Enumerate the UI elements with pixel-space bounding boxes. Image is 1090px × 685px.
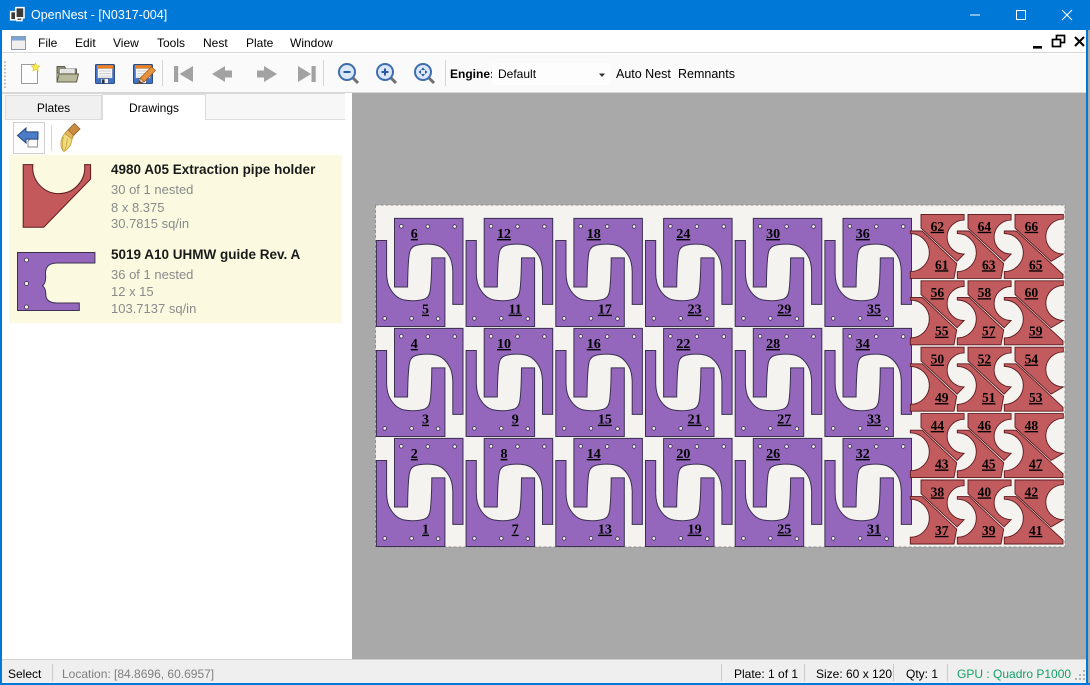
svg-text:8: 8 xyxy=(501,447,508,462)
svg-text:19: 19 xyxy=(688,523,702,538)
svg-text:30: 30 xyxy=(766,227,780,242)
svg-text:38: 38 xyxy=(931,484,945,499)
svg-text:18: 18 xyxy=(587,227,601,242)
svg-text:14: 14 xyxy=(587,447,601,462)
svg-text:63: 63 xyxy=(982,257,996,272)
svg-text:34: 34 xyxy=(856,337,870,352)
svg-text:53: 53 xyxy=(1029,390,1043,405)
svg-text:64: 64 xyxy=(978,219,992,234)
svg-text:50: 50 xyxy=(931,352,945,367)
svg-text:49: 49 xyxy=(935,390,949,405)
svg-text:65: 65 xyxy=(1029,257,1043,272)
svg-text:62: 62 xyxy=(931,219,945,234)
svg-text:28: 28 xyxy=(766,337,780,352)
svg-text:22: 22 xyxy=(676,337,690,352)
svg-text:55: 55 xyxy=(935,324,949,339)
svg-text:42: 42 xyxy=(1025,484,1039,499)
svg-text:17: 17 xyxy=(598,303,612,318)
svg-text:20: 20 xyxy=(676,447,690,462)
svg-text:59: 59 xyxy=(1029,324,1043,339)
svg-text:21: 21 xyxy=(688,413,702,428)
svg-text:5: 5 xyxy=(422,303,429,318)
svg-text:15: 15 xyxy=(598,413,612,428)
svg-text:43: 43 xyxy=(935,457,949,472)
svg-text:13: 13 xyxy=(598,523,612,538)
svg-text:3: 3 xyxy=(422,413,429,428)
svg-text:23: 23 xyxy=(688,303,702,318)
svg-text:25: 25 xyxy=(777,523,791,538)
svg-text:47: 47 xyxy=(1029,457,1043,472)
svg-text:16: 16 xyxy=(587,337,601,352)
svg-text:31: 31 xyxy=(867,523,881,538)
svg-text:2: 2 xyxy=(411,447,418,462)
svg-text:41: 41 xyxy=(1029,523,1043,538)
svg-text:29: 29 xyxy=(777,303,791,318)
svg-text:56: 56 xyxy=(931,285,945,300)
svg-text:52: 52 xyxy=(978,352,992,367)
svg-text:1: 1 xyxy=(422,523,429,538)
svg-text:6: 6 xyxy=(411,227,418,242)
svg-text:46: 46 xyxy=(978,418,992,433)
svg-text:26: 26 xyxy=(766,447,780,462)
svg-text:39: 39 xyxy=(982,523,996,538)
svg-text:48: 48 xyxy=(1025,418,1039,433)
svg-text:61: 61 xyxy=(935,257,949,272)
svg-text:35: 35 xyxy=(867,303,881,318)
svg-text:10: 10 xyxy=(497,337,511,352)
svg-text:51: 51 xyxy=(982,390,996,405)
svg-text:40: 40 xyxy=(978,484,992,499)
svg-text:57: 57 xyxy=(982,324,996,339)
svg-text:32: 32 xyxy=(856,447,870,462)
svg-text:66: 66 xyxy=(1025,219,1039,234)
svg-text:12: 12 xyxy=(497,227,511,242)
svg-text:37: 37 xyxy=(935,523,949,538)
svg-text:36: 36 xyxy=(856,227,870,242)
svg-text:24: 24 xyxy=(676,227,690,242)
svg-text:45: 45 xyxy=(982,457,996,472)
svg-text:58: 58 xyxy=(978,285,992,300)
svg-text:9: 9 xyxy=(512,413,519,428)
svg-text:27: 27 xyxy=(777,413,791,428)
svg-text:7: 7 xyxy=(512,523,519,538)
svg-text:11: 11 xyxy=(509,303,522,318)
svg-text:60: 60 xyxy=(1025,285,1039,300)
svg-text:44: 44 xyxy=(931,418,945,433)
svg-text:4: 4 xyxy=(411,337,418,352)
svg-text:33: 33 xyxy=(867,413,881,428)
svg-text:54: 54 xyxy=(1025,352,1039,367)
